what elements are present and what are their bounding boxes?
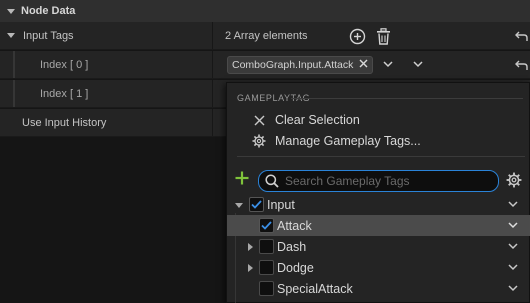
reset-arrow-icon (515, 31, 528, 41)
index-0-row: Index [ 0 ] ComboGraph.Input.Attack (0, 51, 530, 79)
index-0-name-cell: Index [ 0 ] (0, 51, 213, 78)
input-tags-label: Input Tags (23, 29, 74, 42)
tag-checkbox[interactable] (249, 197, 264, 212)
search-icon (265, 174, 279, 188)
row-options-button[interactable] (507, 240, 519, 252)
input-tags-name-cell[interactable]: Input Tags (0, 22, 213, 49)
tree-row-dodge[interactable]: Dodge (227, 257, 530, 278)
collapse-arrow-icon[interactable] (234, 200, 244, 210)
chevron-down-icon (508, 243, 518, 250)
tree-row-label: Dodge (277, 260, 314, 275)
search-settings-button[interactable] (506, 172, 524, 190)
add-tag-button[interactable] (234, 170, 250, 186)
tag-checkbox[interactable] (259, 281, 274, 296)
section-divider (291, 98, 523, 99)
reset-to-default-button[interactable] (515, 30, 528, 42)
expand-arrow-icon[interactable] (245, 242, 255, 252)
gear-icon (506, 172, 522, 188)
manage-gameplay-tags-label: Manage Gameplay Tags... (275, 134, 421, 148)
input-tags-row: Input Tags 2 Array elements (0, 22, 530, 50)
row-options-button[interactable] (507, 198, 519, 210)
index-1-label: Index [ 1 ] (40, 87, 89, 100)
tag-search-box[interactable] (258, 170, 499, 192)
column-splitter[interactable] (212, 109, 213, 136)
add-element-button[interactable] (349, 28, 366, 45)
chevron-down-icon (508, 222, 518, 229)
clear-elements-button[interactable] (376, 28, 391, 45)
chevron-down-icon (508, 264, 518, 271)
tree-row-label: SpecialAttack (277, 281, 353, 296)
index-1-name-cell: Index [ 1 ] (0, 80, 213, 107)
tag-combo-dropdown-button[interactable] (383, 61, 393, 68)
tag-chip-label: ComboGraph.Input.Attack (232, 58, 354, 71)
remove-tag-button[interactable] (359, 59, 368, 71)
row-options-button[interactable] (507, 261, 519, 273)
chevron-down-icon (413, 61, 423, 68)
chevron-down-icon (508, 201, 518, 208)
tag-checkbox[interactable] (259, 239, 274, 254)
checkmark-icon (251, 200, 262, 209)
trash-icon (377, 28, 390, 45)
chevron-down-icon (383, 61, 393, 68)
expand-arrow-icon[interactable] (7, 33, 15, 38)
expand-arrow-icon[interactable] (245, 263, 255, 273)
tag-chip[interactable]: ComboGraph.Input.Attack (227, 55, 374, 74)
tree-row-label: Dash (277, 239, 307, 254)
gameplay-tag-picker: GAMEPLAYTAG Clear Selection Manage Gamep… (226, 82, 530, 303)
tree-row-label: Attack (277, 218, 312, 233)
tree-row-specialattack[interactable]: SpecialAttack (227, 278, 530, 299)
tag-checkbox[interactable] (259, 260, 274, 275)
row-options-button[interactable] (507, 282, 519, 294)
chevron-down-icon (508, 285, 518, 292)
tree-row-dash[interactable]: Dash (227, 236, 530, 257)
close-icon (359, 59, 368, 67)
use-input-history-label: Use Input History (22, 116, 107, 129)
plus-circle-icon (349, 28, 366, 45)
menu-divider (237, 156, 525, 157)
indent-guide (13, 51, 15, 78)
plus-icon (235, 171, 249, 185)
tag-checkbox[interactable] (259, 218, 274, 233)
tree-row-input[interactable]: Input (227, 194, 530, 215)
search-row (227, 167, 530, 193)
indent-guide (13, 80, 15, 107)
array-count-text: 2 Array elements (225, 29, 308, 42)
reset-arrow-icon (515, 60, 528, 70)
use-input-history-name-cell: Use Input History (0, 109, 213, 136)
checkmark-icon (261, 221, 272, 230)
clear-selection-label: Clear Selection (275, 113, 360, 127)
column-splitter[interactable] (212, 80, 213, 107)
section-title: Node Data (21, 5, 76, 17)
element-options-button[interactable] (413, 61, 423, 68)
clear-selection-item[interactable]: Clear Selection (251, 110, 360, 130)
search-input[interactable] (285, 174, 485, 188)
manage-gameplay-tags-item[interactable]: Manage Gameplay Tags... (251, 131, 421, 151)
close-icon (251, 115, 267, 126)
row-options-button[interactable] (507, 219, 519, 231)
tree-row-label: Input (267, 197, 295, 212)
gear-icon (251, 134, 267, 148)
expand-arrow-icon (7, 8, 15, 14)
section-header-node-data[interactable]: Node Data (0, 0, 530, 22)
index-0-label: Index [ 0 ] (40, 58, 89, 71)
tree-row-attack[interactable]: Attack (227, 215, 530, 236)
reset-to-default-button[interactable] (515, 59, 528, 71)
